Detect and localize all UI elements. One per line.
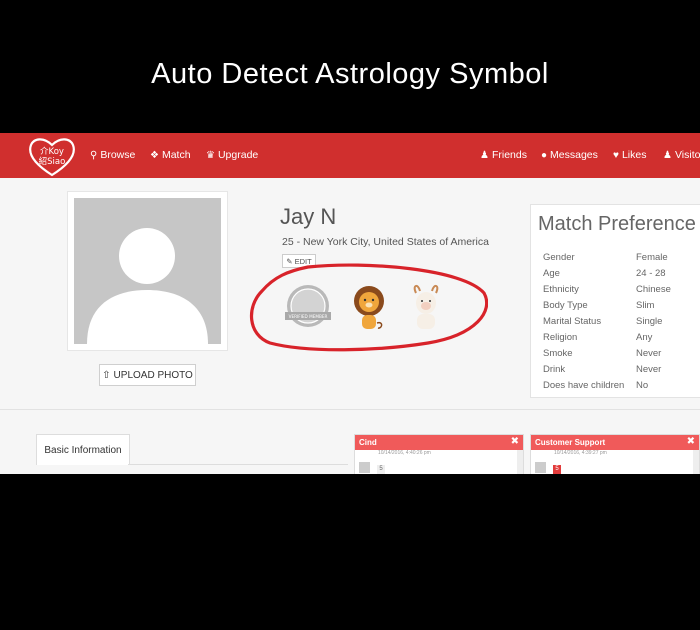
section-divider (0, 409, 700, 410)
tab-basic-information[interactable]: Basic Information (36, 434, 130, 465)
pref-key: Religion (543, 332, 578, 343)
chat-name: Customer Support (535, 438, 606, 447)
pref-key: Gender (543, 252, 575, 263)
pref-key: Smoke (543, 348, 573, 359)
profile-name: Jay N (280, 204, 337, 229)
avatar (359, 462, 370, 473)
pref-key: Body Type (543, 300, 588, 311)
close-icon[interactable]: ✖ (511, 436, 519, 447)
koy-siao-logo[interactable]: 介Koy 紹Siao (27, 135, 77, 177)
profile-location: 25 - New York City, United States of Ame… (282, 236, 489, 248)
pref-value: Single (636, 316, 663, 327)
verified-member-badge-icon: VERIFIED MEMBER (285, 285, 331, 327)
person-silhouette-icon (87, 228, 208, 344)
avatar-placeholder[interactable] (74, 198, 221, 344)
upload-icon: ⇧ (102, 369, 111, 381)
message-count-badge: 5 (553, 465, 561, 474)
tab-underline (128, 464, 348, 465)
nav-friends[interactable]: ♟ Friends (480, 149, 527, 161)
verified-member-label: VERIFIED MEMBER (289, 314, 328, 319)
chat-scrollbar[interactable] (517, 450, 523, 474)
search-icon: ⚲ (90, 149, 98, 161)
chat-header: Cind ✖ (355, 435, 523, 450)
pref-key: Age (543, 268, 560, 279)
pref-value: Slim (636, 300, 655, 311)
nav-browse[interactable]: ⚲ Browse (90, 149, 135, 161)
avatar (535, 462, 546, 473)
goat-icon (413, 285, 439, 329)
profile-photo-card (67, 191, 228, 351)
top-navbar: 介Koy 紹Siao ⚲ Browse ❖ Match ♛ Upgrade ♟ … (0, 133, 700, 178)
pref-value: Never (636, 348, 662, 359)
upload-photo-button[interactable]: ⇧ UPLOAD PHOTO (99, 364, 196, 386)
upload-photo-label: UPLOAD PHOTO (113, 369, 193, 381)
chat-icon: ● (541, 149, 548, 161)
pref-value: Chinese (636, 284, 671, 295)
nav-likes[interactable]: ♥ Likes (613, 149, 646, 161)
trophy-icon: ♛ (206, 149, 215, 161)
pref-value: 24 - 28 (636, 268, 666, 279)
chat-window-customer-support[interactable]: Customer Support ✖ 10/14/2016, 4:39:27 p… (530, 434, 700, 474)
profile-page: ⇧ UPLOAD PHOTO Jay N 25 - New York City,… (0, 178, 700, 474)
visitor-icon: ♟ (663, 149, 672, 161)
puzzle-icon: ❖ (150, 149, 159, 161)
users-icon: ♟ (480, 149, 489, 161)
logo-text-bottom: 紹Siao (39, 156, 66, 167)
pref-value: Female (636, 252, 668, 263)
close-icon[interactable]: ✖ (687, 436, 695, 447)
chat-name: Cind (359, 438, 377, 447)
astrology-symbols: VERIFIED MEMBER (249, 263, 488, 352)
caption-title: Auto Detect Astrology Symbol (151, 58, 549, 90)
nav-match-label: Match (161, 149, 191, 161)
pref-value: No (636, 380, 649, 391)
logo-text-top: 介Koy (40, 147, 64, 157)
pref-key: Marital Status (543, 316, 602, 327)
nav-likes-label: Likes (621, 149, 647, 161)
pref-key: Does have children (543, 380, 625, 391)
chat-header: Customer Support ✖ (531, 435, 699, 450)
chat-timestamp: 10/14/2016, 4:40:26 pm (378, 450, 431, 456)
message-count-badge: 5 (377, 465, 385, 474)
nav-visitor-label: Visitor (674, 149, 700, 161)
heart-icon: ♥ (613, 149, 619, 161)
nav-messages-label: Messages (550, 149, 598, 161)
chat-timestamp: 10/14/2016, 4:39:27 pm (554, 450, 607, 456)
nav-match[interactable]: ❖ Match (150, 149, 191, 161)
nav-visitor[interactable]: ♟ Visitor (663, 149, 700, 161)
app-screenshot: 介Koy 紹Siao ⚲ Browse ❖ Match ♛ Upgrade ♟ … (0, 133, 700, 474)
nav-upgrade-label: Upgrade (217, 149, 259, 161)
lion-leo-icon (354, 286, 384, 329)
nav-messages[interactable]: ● Messages (541, 149, 598, 161)
match-preference-card: Match Preference Gender Female Age 24 - … (530, 204, 700, 398)
nav-friends-label: Friends (491, 149, 527, 161)
nav-browse-label: Browse (100, 149, 136, 161)
chat-scrollbar[interactable] (693, 450, 699, 474)
pref-value: Never (636, 364, 662, 375)
match-preference-title: Match Preference (538, 213, 696, 235)
chat-window-cind[interactable]: Cind ✖ 10/14/2016, 4:40:26 pm 5 (354, 434, 524, 474)
pref-key: Drink (543, 364, 566, 375)
pref-key: Ethnicity (543, 284, 579, 295)
nav-upgrade[interactable]: ♛ Upgrade (206, 149, 258, 161)
pref-value: Any (636, 332, 653, 343)
